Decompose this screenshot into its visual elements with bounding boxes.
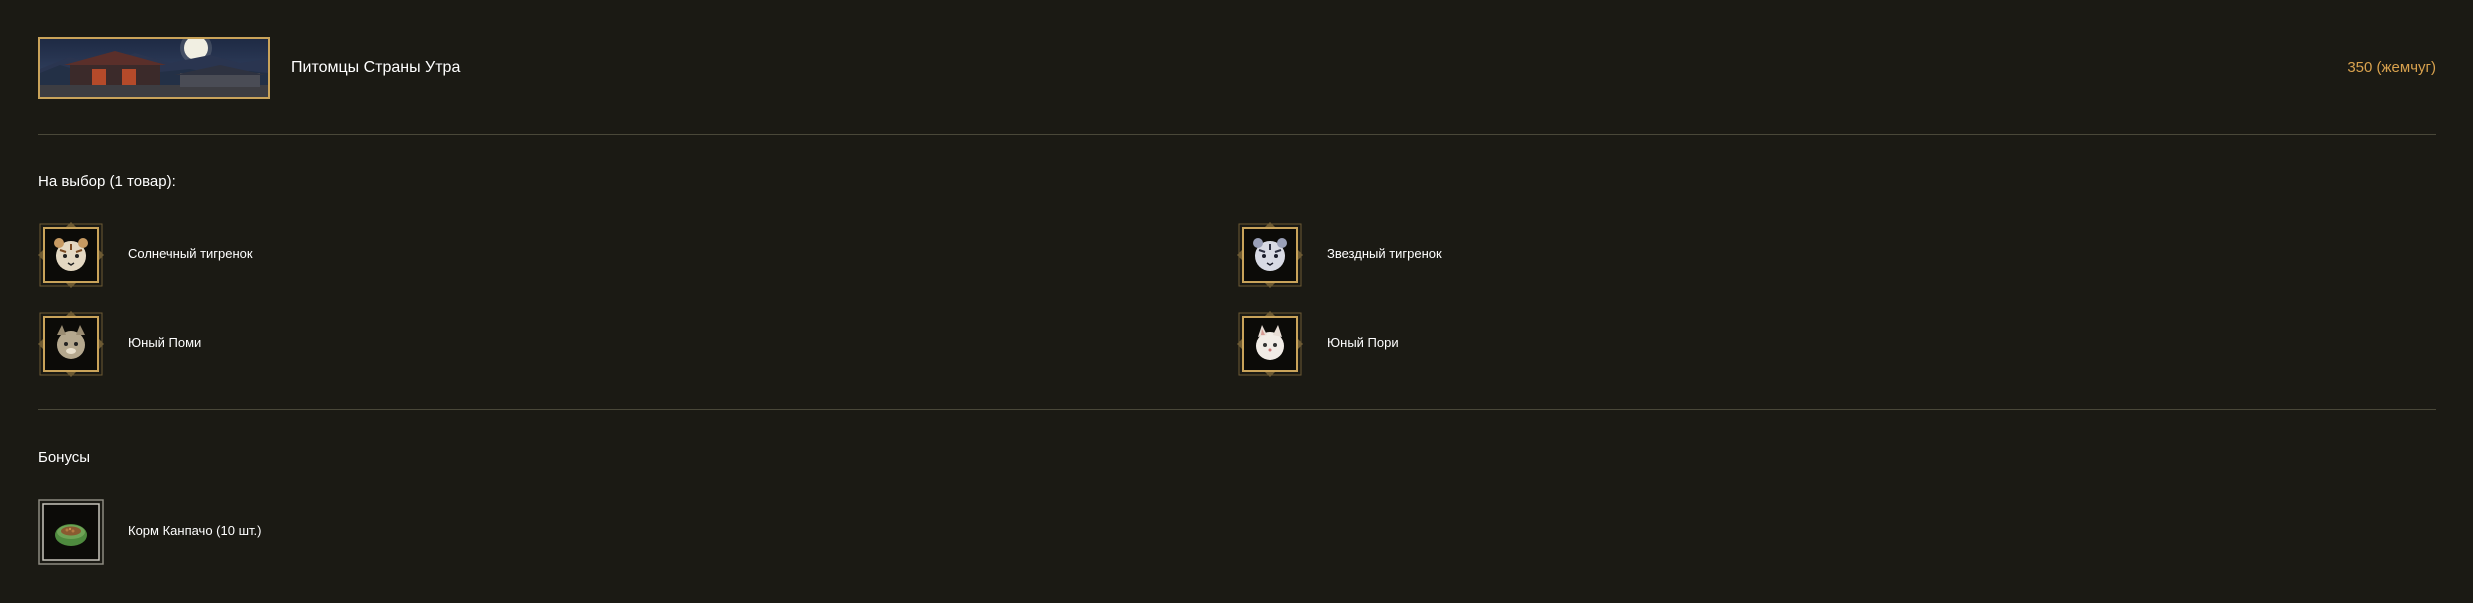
package-header: Питомцы Страны Утра 350 (жемчуг) [38, 37, 2436, 103]
young-pomi-icon [38, 311, 104, 377]
choice-item-young-pori[interactable]: Юный Пори [1237, 311, 1837, 377]
package-details: Питомцы Страны Утра 350 (жемчуг) На выбо… [38, 0, 2436, 603]
package-title: Питомцы Страны Утра [291, 59, 461, 76]
choice-item-sun-tiger-cub[interactable]: Солнечный тигренок [38, 222, 638, 288]
choice-section-title: На выбор (1 товар): [38, 173, 176, 190]
item-label: Юный Поми [128, 335, 202, 350]
item-label: Юный Пори [1327, 335, 1399, 350]
item-label: Солнечный тигренок [128, 246, 253, 261]
divider [38, 134, 2436, 135]
young-pori-icon [1237, 311, 1303, 377]
item-label: Звездный тигренок [1327, 246, 1442, 261]
divider [38, 409, 2436, 410]
star-tiger-cub-icon [1237, 222, 1303, 288]
kanpacho-food-bowl-icon [38, 499, 104, 565]
bonuses-section-title: Бонусы [38, 449, 91, 466]
package-price: 350 (жемчуг) [2347, 59, 2436, 76]
sun-tiger-cub-icon [38, 222, 104, 288]
choice-item-star-tiger-cub[interactable]: Звездный тигренок [1237, 222, 1837, 288]
package-banner-image [38, 37, 270, 99]
bonus-item-kanpacho-food[interactable]: Корм Канпачо (10 шт.) [38, 499, 638, 565]
choice-item-young-pomi[interactable]: Юный Поми [38, 311, 638, 377]
item-label: Корм Канпачо (10 шт.) [128, 523, 262, 538]
